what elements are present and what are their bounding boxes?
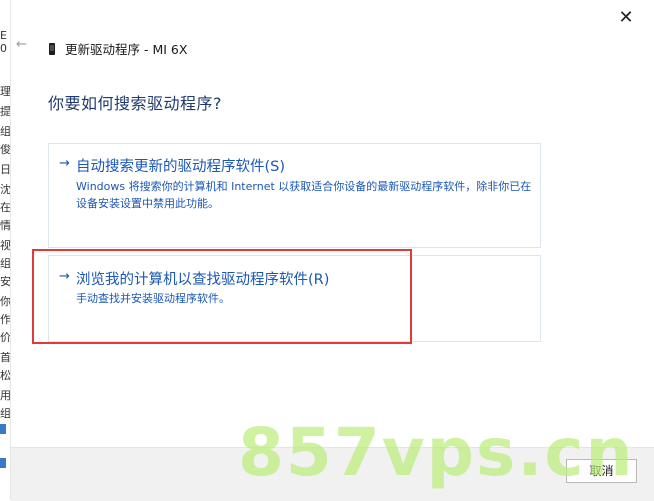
dialog-title: 更新驱动程序 - MI 6X <box>65 42 188 57</box>
background-text: 情 <box>0 220 10 232</box>
background-text: 价 <box>0 332 10 344</box>
option-auto-search[interactable]: → 自动搜索更新的驱动程序软件(S) Windows 将搜索你的计算机和 Int… <box>48 143 541 248</box>
option-title: 自动搜索更新的驱动程序软件(S) <box>76 159 286 175</box>
background-text: 0 <box>0 43 7 55</box>
close-icon: ✕ <box>618 7 634 28</box>
option-description: Windows 将搜索你的计算机和 Internet 以获取适合你设备的最新驱动… <box>76 180 532 210</box>
background-text: 作 <box>0 314 10 326</box>
background-text: E <box>0 30 7 42</box>
option-description: 手动查找并安装驱动程序软件。 <box>76 292 230 305</box>
background-icon <box>0 458 6 468</box>
background-text: 组 <box>0 258 10 270</box>
close-button[interactable]: ✕ <box>616 8 636 28</box>
background-window-strip: E 0 理 提 组 俊 日 沈 在 情 视 组 安 你 作 价 首 松 用 组 <box>0 0 11 500</box>
phone-device-icon <box>49 42 55 55</box>
background-text: 理 <box>0 86 10 98</box>
arrow-right-icon: → <box>59 156 70 171</box>
background-icon <box>0 424 6 434</box>
background-text: 组 <box>0 408 10 420</box>
background-text: 提 <box>0 106 10 118</box>
arrow-right-icon: → <box>59 269 70 284</box>
background-text: 沈 <box>0 184 10 196</box>
background-text: 日 <box>0 164 10 176</box>
background-text: 视 <box>0 240 10 252</box>
background-text: 首 <box>0 352 10 364</box>
dialog-footer: 取消 <box>11 447 654 501</box>
background-text: 你 <box>0 296 10 308</box>
cancel-button[interactable]: 取消 <box>566 459 637 483</box>
option-browse-computer[interactable]: → 浏览我的计算机以查找驱动程序软件(R) 手动查找并安装驱动程序软件。 <box>48 255 541 342</box>
background-text: 用 <box>0 390 10 402</box>
background-text: 在 <box>0 202 10 214</box>
dialog-title-row: 更新驱动程序 - MI 6X <box>49 39 187 58</box>
background-text: 安 <box>0 276 10 288</box>
update-driver-dialog: ✕ ← 更新驱动程序 - MI 6X 你要如何搜索驱动程序? → 自动搜索更新的… <box>11 0 654 501</box>
background-text: 俊 <box>0 144 10 156</box>
option-title: 浏览我的计算机以查找驱动程序软件(R) <box>76 272 330 288</box>
background-text: 松 <box>0 370 10 382</box>
back-button[interactable]: ← <box>16 38 30 52</box>
back-arrow-icon: ← <box>16 37 27 52</box>
page-heading: 你要如何搜索驱动程序? <box>48 94 222 113</box>
background-text: 组 <box>0 126 10 138</box>
